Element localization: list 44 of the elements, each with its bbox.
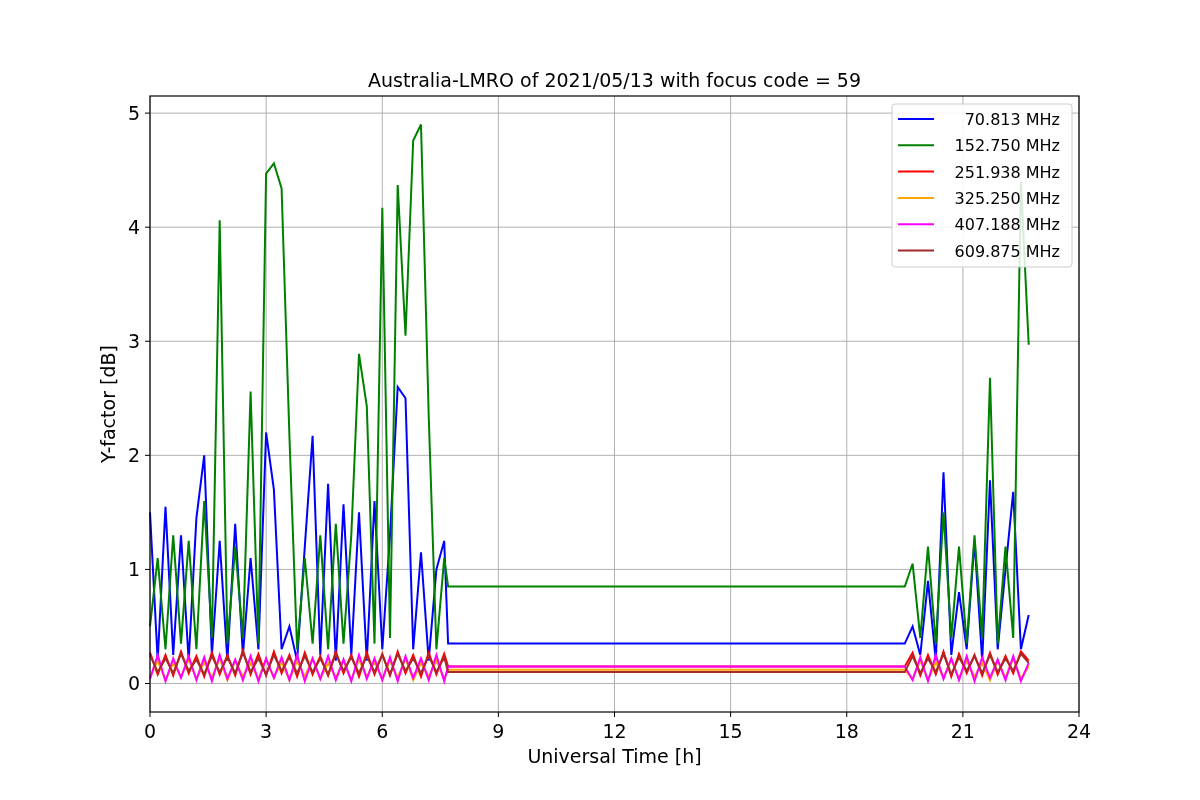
y-axis-label: Y-factor [dB] (97, 345, 119, 463)
tick-label: 21 (950, 720, 975, 742)
tick-label: 3 (260, 720, 273, 742)
tick-label: 3 (127, 330, 140, 353)
tick-mark (149, 711, 151, 718)
legend-swatch (897, 249, 935, 252)
legend-label: 152.750 MHz (954, 136, 1060, 156)
tick-label: 6 (376, 720, 389, 742)
legend-swatch (897, 196, 935, 199)
tick-label: 5 (127, 102, 140, 125)
tick-mark (962, 711, 964, 718)
legend-swatch (897, 223, 935, 226)
tick-label: 1 (127, 558, 140, 581)
legend-label: 609.875 MHz (954, 241, 1060, 261)
tick-label: 24 (1066, 720, 1092, 742)
legend-label: 70.813 MHz (964, 110, 1060, 129)
tick-mark (144, 568, 151, 570)
tick-mark (846, 711, 848, 718)
legend-swatch (897, 170, 935, 173)
tick-mark (265, 711, 267, 718)
tick-mark (144, 454, 151, 456)
tick-label: 9 (492, 720, 505, 742)
tick-label: 18 (834, 720, 859, 742)
chart-title: Australia-LMRO of 2021/05/13 with focus code = 59 (367, 69, 862, 91)
tick-mark (144, 226, 151, 228)
tick-mark (1078, 711, 1080, 718)
tick-mark (144, 340, 151, 342)
tick-mark (614, 711, 615, 718)
tick-label: 4 (127, 216, 140, 239)
tick-mark (381, 711, 383, 718)
tick-label: 12 (602, 720, 627, 742)
legend-label: 325.250 MHz (954, 188, 1060, 208)
legend-swatch (897, 144, 935, 147)
tick-mark (144, 112, 151, 114)
legend-label: 251.938 MHz (954, 162, 1060, 182)
tick-mark (144, 683, 151, 684)
tick-mark (497, 711, 499, 718)
tick-label: 15 (718, 720, 743, 742)
tick-label: 0 (127, 672, 140, 695)
tick-mark (730, 711, 732, 718)
x-axis-label: Universal Time [h] (527, 745, 702, 767)
legend-label: 407.188 MHz (954, 215, 1060, 235)
tick-label: 2 (127, 444, 140, 467)
tick-label: 0 (143, 720, 157, 742)
